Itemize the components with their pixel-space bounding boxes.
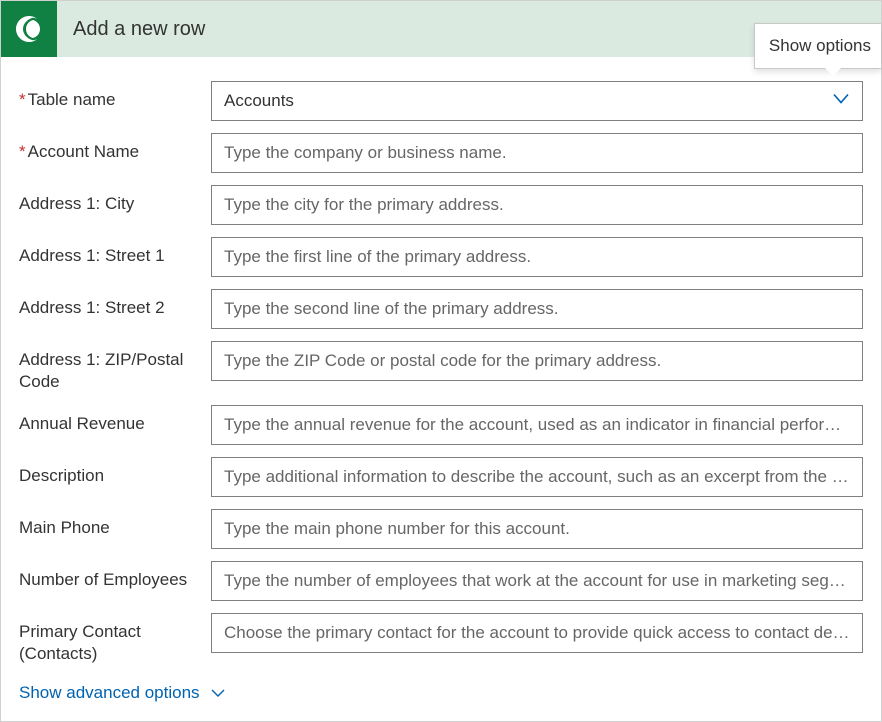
city-input[interactable] <box>211 185 863 225</box>
label-street2: Address 1: Street 2 <box>19 289 211 319</box>
description-input[interactable] <box>211 457 863 497</box>
label-revenue: Annual Revenue <box>19 405 211 435</box>
revenue-input[interactable] <box>211 405 863 445</box>
label-zip: Address 1: ZIP/Postal Code <box>19 341 211 393</box>
table-name-value: Accounts <box>224 91 294 111</box>
row-city: Address 1: City <box>19 185 863 225</box>
row-revenue: Annual Revenue <box>19 405 863 445</box>
label-phone: Main Phone <box>19 509 211 539</box>
label-employees: Number of Employees <box>19 561 211 591</box>
street2-input[interactable] <box>211 289 863 329</box>
table-name-select[interactable]: Accounts <box>211 81 863 121</box>
row-street1: Address 1: Street 1 <box>19 237 863 277</box>
row-street2: Address 1: Street 2 <box>19 289 863 329</box>
page-title: Add a new row <box>57 18 205 41</box>
label-description: Description <box>19 457 211 487</box>
row-employees: Number of Employees <box>19 561 863 601</box>
row-account-name: *Account Name <box>19 133 863 173</box>
advanced-label: Show advanced options <box>19 683 200 703</box>
row-zip: Address 1: ZIP/Postal Code <box>19 341 863 393</box>
account-name-input[interactable] <box>211 133 863 173</box>
row-table-name: *Table name Accounts <box>19 81 863 121</box>
row-phone: Main Phone <box>19 509 863 549</box>
show-advanced-options-link[interactable]: Show advanced options <box>19 677 226 703</box>
label-table-name: *Table name <box>19 81 211 111</box>
street1-input[interactable] <box>211 237 863 277</box>
zip-input[interactable] <box>211 341 863 381</box>
chevron-down-icon <box>210 685 226 701</box>
label-account-name: *Account Name <box>19 133 211 163</box>
form-body: *Table name Accounts *Account Name Addre… <box>1 57 881 713</box>
primary-contact-input[interactable] <box>211 613 863 653</box>
row-primary-contact: Primary Contact (Contacts) <box>19 613 863 665</box>
row-description: Description <box>19 457 863 497</box>
label-street1: Address 1: Street 1 <box>19 237 211 267</box>
connector-icon <box>1 1 57 57</box>
phone-input[interactable] <box>211 509 863 549</box>
label-primary-contact: Primary Contact (Contacts) <box>19 613 211 665</box>
employees-input[interactable] <box>211 561 863 601</box>
header: Add a new row Show options <box>1 1 881 57</box>
show-options-tooltip[interactable]: Show options <box>754 23 881 69</box>
label-city: Address 1: City <box>19 185 211 215</box>
table-name-select-wrap: Accounts <box>211 81 863 121</box>
